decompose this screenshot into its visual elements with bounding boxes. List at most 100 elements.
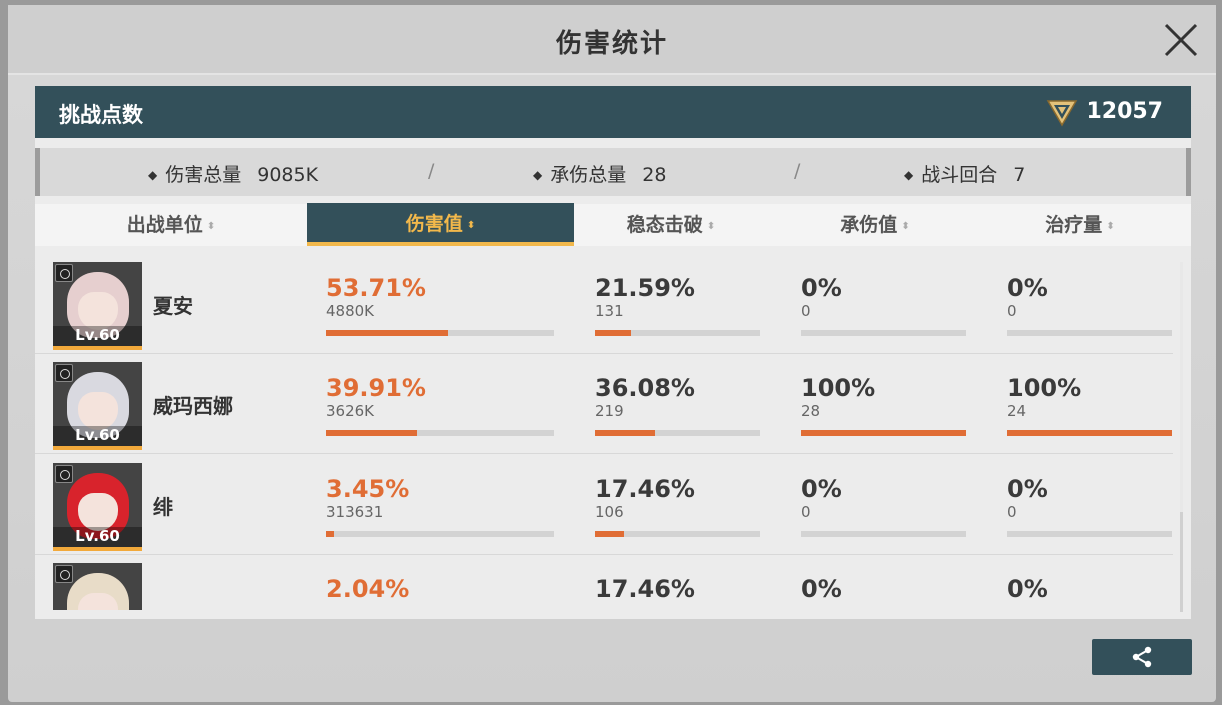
stat-cell-break: 17.46%: [595, 575, 695, 603]
challenge-emblem-icon: [1046, 100, 1078, 127]
stat-cell-taken: 0% 0: [801, 475, 842, 521]
stats-panel: 挑战点数 12057 ◆ 伤害总量 9085K / ◆ 承伤总量 28 / ◆ 战斗回合 7: [35, 86, 1191, 619]
stat-cell-break: 36.08% 219: [595, 374, 695, 420]
list-scrollbar[interactable]: [1180, 262, 1183, 612]
taken-progress-fill: [801, 430, 966, 436]
damage-progress-bar: [326, 430, 554, 436]
unit-name: 威玛西娜: [153, 394, 233, 418]
column-header-taken[interactable]: 承伤值 ⬍: [778, 204, 972, 246]
stat-cell-heal: 0%: [1007, 575, 1048, 603]
heal-value: 24: [1007, 402, 1027, 420]
unit-name: 绯: [153, 495, 173, 519]
break-percent: 17.46%: [595, 575, 695, 603]
heal-progress-bar: [1007, 430, 1172, 436]
unit-row: 2.04% 17.46% 0% 0%: [35, 555, 1173, 610]
share-icon: [1132, 646, 1152, 668]
unit-row: Lv.60 威玛西娜 39.91% 3626K 36.08% 219 100% 28 100% 2…: [35, 354, 1173, 454]
break-progress-fill: [595, 531, 624, 537]
scrollbar-thumb[interactable]: [1180, 262, 1183, 512]
column-header-heal[interactable]: 治疗量 ⬍: [983, 204, 1177, 246]
break-value: 219: [595, 402, 624, 420]
stat-cell-taken: 100% 28: [801, 374, 875, 420]
challenge-label: 挑战点数: [59, 103, 143, 127]
damage-progress-fill: [326, 430, 417, 436]
damage-value: 4880K: [326, 302, 375, 320]
break-progress-bar: [595, 330, 760, 336]
stat-total-taken: ◆ 承伤总量 28: [533, 164, 667, 186]
damage-percent: 53.71%: [326, 274, 426, 302]
break-value: 106: [595, 503, 624, 521]
heal-percent: 0%: [1007, 274, 1048, 302]
unit-level: Lv.60: [53, 527, 142, 547]
taken-progress-bar: [801, 330, 966, 336]
break-progress-fill: [595, 330, 631, 336]
unit-level: Lv.60: [53, 326, 142, 346]
stat-cell-heal: 0% 0: [1007, 274, 1048, 320]
break-percent: 36.08%: [595, 374, 695, 402]
damage-percent: 2.04%: [326, 575, 410, 603]
stat-cell-damage: 39.91% 3626K: [326, 374, 426, 420]
damage-progress-bar: [326, 330, 554, 336]
sort-icon: ⬍: [706, 221, 716, 232]
break-value: 131: [595, 302, 624, 320]
stat-cell-taken: 0%: [801, 575, 842, 603]
unit-avatar: Lv.60: [53, 262, 142, 350]
column-header-unit[interactable]: 出战单位 ⬍: [35, 204, 307, 246]
unit-type-icon: [55, 264, 73, 282]
heal-percent: 0%: [1007, 475, 1048, 503]
unit-avatar: Lv.60: [53, 463, 142, 551]
challenge-points-bar: 挑战点数 12057: [35, 86, 1191, 138]
heal-percent: 100%: [1007, 374, 1082, 402]
close-icon: [1164, 23, 1198, 57]
stat-battle-rounds: ◆ 战斗回合 7: [904, 164, 1026, 186]
taken-percent: 0%: [801, 274, 842, 302]
break-percent: 17.46%: [595, 475, 695, 503]
sort-icon: ⬍: [206, 221, 216, 232]
stat-cell-damage: 2.04%: [326, 575, 409, 603]
summary-stats-bar: ◆ 伤害总量 9085K / ◆ 承伤总量 28 / ◆ 战斗回合 7: [35, 148, 1191, 196]
stats-separator: /: [794, 160, 801, 182]
stat-cell-taken: 0% 0: [801, 274, 842, 320]
diamond-icon: ◆: [533, 168, 543, 182]
unit-name: 夏安: [153, 294, 193, 318]
unit-level: Lv.60: [53, 426, 142, 446]
taken-percent: 100%: [801, 374, 876, 402]
sort-icon: ⬍: [901, 221, 910, 232]
damage-stats-window: 伤害统计 挑战点数 12057 ◆伤害总量9085K / ◆承伤总量28: [8, 5, 1216, 702]
share-button[interactable]: [1092, 639, 1192, 675]
diamond-icon: ◆: [148, 168, 158, 182]
taken-progress-bar: [801, 430, 966, 436]
taken-value: 0: [801, 503, 811, 521]
unit-type-icon: [55, 565, 73, 583]
stat-total-damage: ◆ 伤害总量 9085K: [148, 164, 319, 186]
damage-progress-fill: [326, 330, 449, 336]
challenge-value: 12057: [1086, 99, 1163, 124]
taken-value: 28: [801, 402, 821, 420]
unit-list[interactable]: Lv.60 夏安 53.71% 4880K 21.59% 131 0% 0 0% 0 Lv.60 威玛…: [35, 254, 1191, 610]
taken-percent: 0%: [801, 475, 842, 503]
taken-percent: 0%: [801, 575, 842, 603]
damage-percent: 39.91%: [326, 374, 426, 402]
stat-cell-heal: 0% 0: [1007, 475, 1048, 521]
damage-value: 313631: [326, 503, 384, 521]
close-button[interactable]: [1162, 21, 1200, 59]
taken-value: 0: [801, 302, 811, 320]
column-header-damage[interactable]: 伤害值 ⬍: [307, 203, 574, 246]
break-progress-bar: [595, 531, 760, 537]
heal-value: 0: [1007, 503, 1017, 521]
damage-progress-fill: [326, 531, 334, 537]
unit-avatar: [53, 563, 142, 610]
unit-row: Lv.60 夏安 53.71% 4880K 21.59% 131 0% 0 0% 0: [35, 254, 1173, 354]
unit-type-icon: [55, 364, 73, 382]
sort-icon: ⬍: [1106, 221, 1115, 232]
taken-progress-bar: [801, 531, 966, 537]
break-progress-fill: [595, 430, 655, 436]
break-progress-bar: [595, 430, 760, 436]
heal-progress-fill: [1007, 430, 1172, 436]
column-header-break[interactable]: 稳态击破 ⬍: [574, 204, 768, 246]
break-percent: 21.59%: [595, 274, 695, 302]
window-title: 伤害统计: [555, 29, 668, 59]
stat-cell-damage: 3.45% 313631: [326, 475, 409, 521]
table-header: 出战单位 ⬍ 伤害值 ⬍ 稳态击破 ⬍ 承伤值 ⬍ 治疗量 ⬍: [35, 203, 1191, 246]
stat-cell-heal: 100% 24: [1007, 374, 1081, 420]
